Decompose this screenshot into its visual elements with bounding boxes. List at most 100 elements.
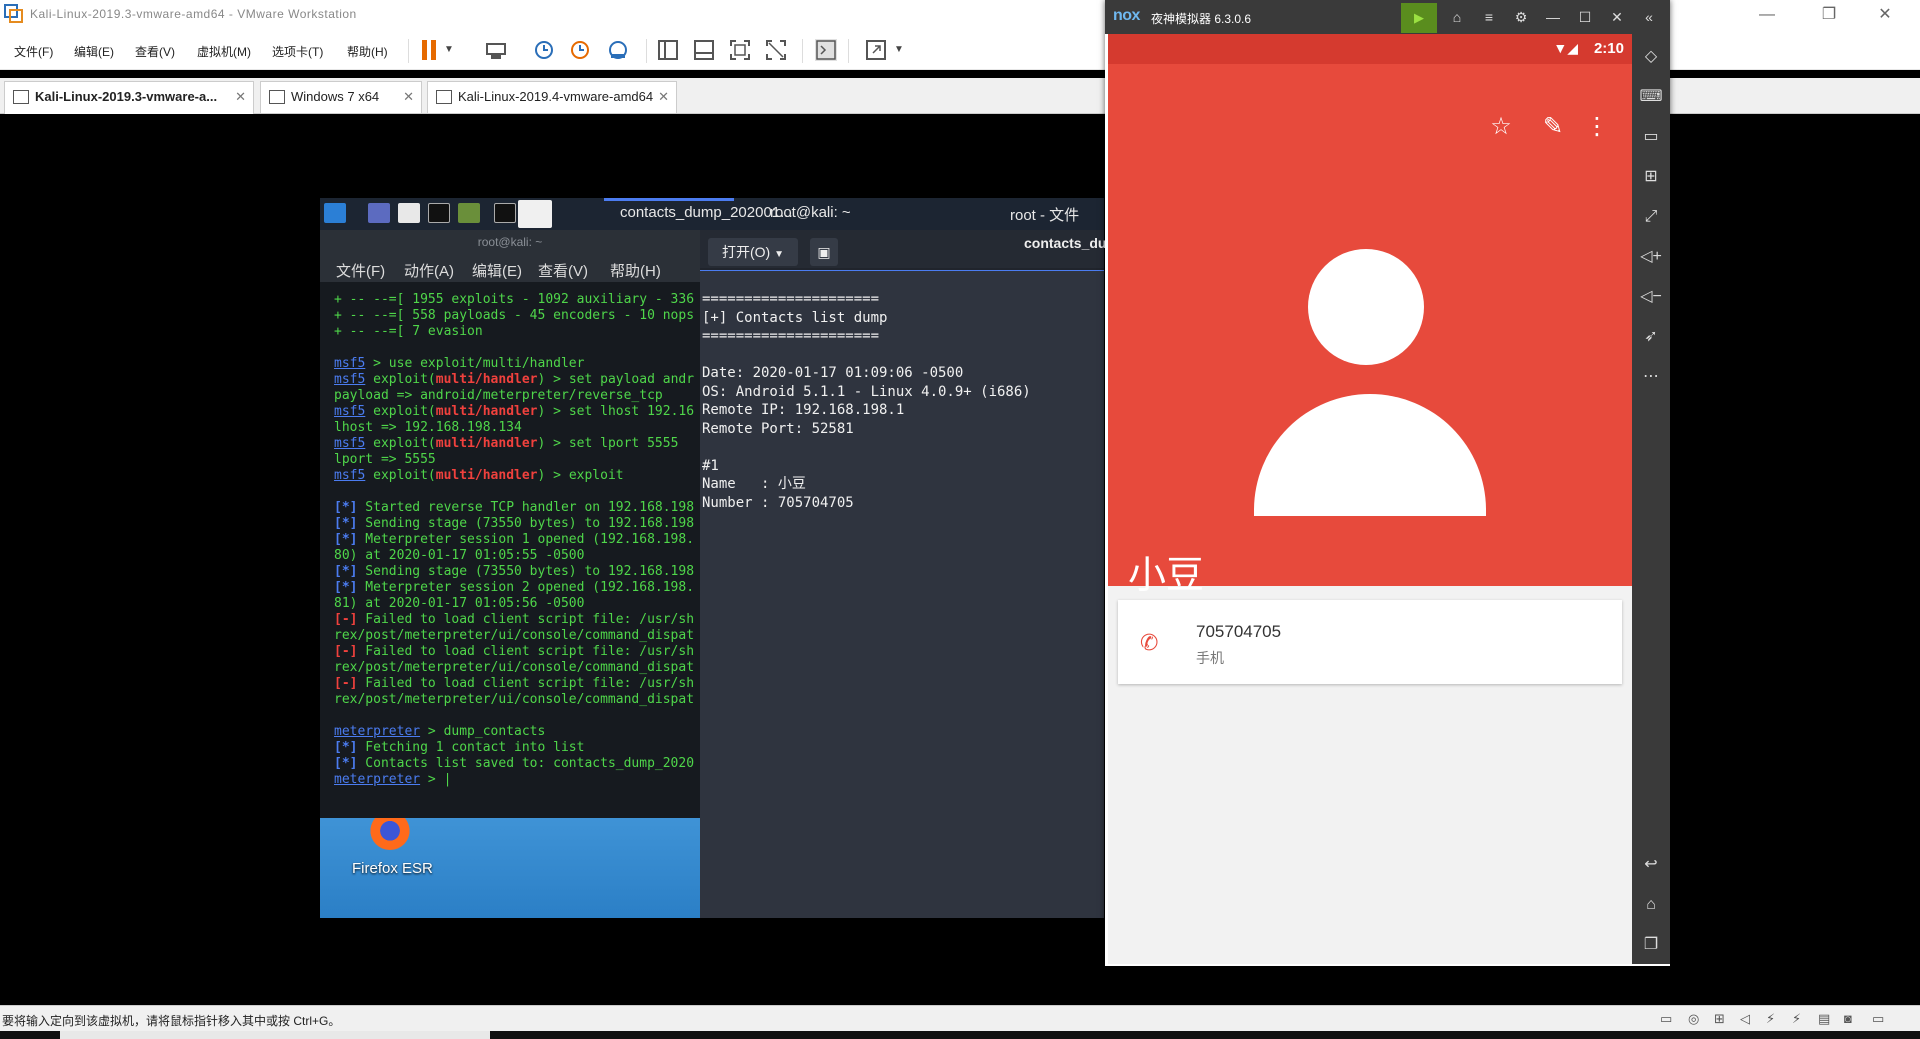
volume-down-icon[interactable]: ◁−	[1638, 284, 1664, 310]
menu-help[interactable]: 帮助(H)	[347, 43, 388, 60]
firefox-icon[interactable]	[370, 818, 410, 850]
menu-view[interactable]: 查看(V)	[135, 43, 175, 60]
terminal-launcher-icon[interactable]	[428, 203, 450, 223]
chevron-down-icon: ▼	[774, 249, 785, 260]
new-document-icon[interactable]: ▣	[810, 238, 838, 266]
tab-label: Kali-Linux-2019.3-vmware-a...	[35, 89, 218, 104]
usb-controller-icon[interactable]: ⚡	[1766, 1011, 1784, 1027]
close-tab-icon[interactable]: ✕	[658, 82, 669, 112]
menu-tabs[interactable]: 选项卡(T)	[272, 43, 323, 60]
maximize-icon[interactable]: ☐	[1569, 0, 1601, 34]
tab-kali-2019-4[interactable]: Kali-Linux-2019.4-vmware-amd64 ✕	[427, 81, 677, 113]
snapshot-icon[interactable]	[532, 38, 556, 62]
tab-label: Kali-Linux-2019.4-vmware-amd64	[458, 89, 654, 104]
camera-icon[interactable]: ◙	[1844, 1011, 1862, 1027]
terminal-menu-view[interactable]: 查看(V)	[538, 260, 588, 281]
rocket-icon[interactable]: ➶	[1638, 324, 1664, 350]
open-button[interactable]: 打开(O) ▼	[708, 238, 798, 266]
kali-desktop: Firefox ESR	[320, 818, 700, 918]
back-icon[interactable]: ↩	[1638, 852, 1664, 878]
phone-number[interactable]: 705704705	[1196, 622, 1281, 642]
usb-device-icon[interactable]: ⚡	[1792, 1011, 1810, 1027]
network-adapter-icon[interactable]: ⊞	[1714, 1011, 1732, 1027]
firefox-label[interactable]: Firefox ESR	[352, 860, 433, 877]
snapshot-manager-icon[interactable]	[606, 38, 630, 62]
hard-disk-icon[interactable]: ▭	[1660, 1011, 1678, 1027]
printer-icon[interactable]: ▤	[1818, 1011, 1836, 1027]
taskbar-item[interactable]	[60, 1031, 490, 1039]
send-ctrl-alt-del-icon[interactable]	[484, 38, 508, 62]
theme-shirt-icon[interactable]: ⌂	[1441, 0, 1473, 34]
close-button[interactable]: ✕	[1862, 0, 1908, 30]
task-contacts-dump[interactable]: contacts_dump_202001...	[620, 204, 793, 221]
workspace-1-icon[interactable]	[494, 203, 516, 223]
menu-icon[interactable]: ≡	[1473, 0, 1505, 34]
stretch-view-icon[interactable]	[864, 38, 888, 62]
star-icon[interactable]: ☆	[1486, 112, 1516, 142]
home-icon[interactable]: ⌂	[1638, 892, 1664, 918]
menu-vm[interactable]: 虚拟机(M)	[197, 43, 251, 60]
recent-apps-icon[interactable]: ❐	[1638, 932, 1664, 958]
nox-titlebar: nox 夜神模拟器 6.3.0.6 ▶ ⌂ ≡ ⚙ — ☐ ✕ «	[1105, 0, 1670, 34]
file-manager-icon[interactable]	[398, 203, 420, 223]
vm-tab-icon	[13, 90, 29, 104]
menu-edit[interactable]: 编辑(E)	[74, 43, 114, 60]
display-icon[interactable]: ▭	[1872, 1011, 1890, 1027]
screen-icon[interactable]: ▭	[1638, 124, 1664, 150]
avatar-head	[1308, 249, 1424, 365]
console-view-icon[interactable]	[692, 38, 716, 62]
minimize-button[interactable]: —	[1744, 0, 1790, 30]
android-status-bar: ▼◢ 2:10	[1108, 34, 1632, 64]
stretch-dropdown-icon[interactable]: ▼	[894, 44, 918, 68]
volume-up-icon[interactable]: ◁+	[1638, 244, 1664, 270]
nox-title: 夜神模拟器 6.3.0.6	[1151, 12, 1252, 26]
terminal-menu-action[interactable]: 动作(A)	[404, 260, 454, 281]
minimize-icon[interactable]: —	[1537, 0, 1569, 34]
cd-dvd-icon[interactable]: ◎	[1688, 1011, 1706, 1027]
text-editor-window[interactable]: 打开(O) ▼ ▣ contacts_du ==================…	[700, 230, 1106, 918]
more-horiz-icon[interactable]: ⋯	[1638, 364, 1664, 390]
add-apk-icon[interactable]: ⊞	[1638, 164, 1664, 190]
signal-wifi-icon: ▼◢	[1553, 40, 1578, 56]
edit-pencil-icon[interactable]: ✎	[1538, 112, 1568, 142]
collapse-sidebar-icon[interactable]: «	[1633, 0, 1665, 34]
kali-menu-icon[interactable]	[324, 203, 346, 223]
keymap-icon[interactable]: ◇	[1638, 44, 1664, 70]
show-desktop-icon[interactable]	[368, 203, 390, 223]
workspace-2-icon[interactable]	[518, 200, 552, 228]
terminal-window[interactable]: root@kali: ~ 文件(F) 动作(A) 编辑(E) 查看(V) 帮助(…	[320, 230, 700, 818]
android-screen[interactable]: ▼◢ 2:10 ☆ ✎ ⋮ 小豆 ✆ 705704705 手机	[1108, 34, 1632, 964]
terminal-output[interactable]: + -- --=[ 1955 exploits - 1092 auxiliary…	[334, 292, 700, 812]
task-terminal[interactable]: root@kali: ~	[770, 204, 851, 221]
close-tab-icon[interactable]: ✕	[235, 82, 246, 112]
pause-icon[interactable]	[418, 38, 442, 62]
fullscreen-icon[interactable]	[728, 38, 752, 62]
phone-type: 手机	[1196, 650, 1224, 666]
tab-windows7[interactable]: Windows 7 x64 ✕	[260, 81, 422, 113]
terminal-menu-edit[interactable]: 编辑(E)	[472, 260, 522, 281]
terminal-console-icon[interactable]	[814, 38, 838, 62]
browser-launcher-icon[interactable]	[458, 203, 480, 223]
task-file-manager[interactable]: root - 文件	[1010, 204, 1079, 225]
status-time: 2:10	[1593, 40, 1624, 57]
tab-kali-2019-3[interactable]: Kali-Linux-2019.3-vmware-a... ✕	[4, 81, 254, 114]
settings-gear-icon[interactable]: ⚙	[1505, 0, 1537, 34]
terminal-menu-help[interactable]: 帮助(H)	[610, 260, 661, 281]
restore-button[interactable]: ❐	[1806, 0, 1852, 30]
unity-icon[interactable]	[764, 38, 788, 62]
fullscreen-icon[interactable]: ⤢	[1638, 204, 1664, 230]
terminal-menu-file[interactable]: 文件(F)	[336, 260, 385, 281]
menu-file[interactable]: 文件(F)	[14, 43, 53, 60]
sidebar-toggle-icon[interactable]	[656, 38, 680, 62]
play-icon[interactable]: ▶	[1401, 3, 1437, 33]
editor-content[interactable]: ===================== [+] Contacts list …	[702, 290, 1102, 910]
revert-snapshot-icon[interactable]	[568, 38, 592, 62]
phone-entry-card[interactable]: ✆ 705704705 手机	[1118, 600, 1622, 684]
pause-dropdown-icon[interactable]: ▼	[444, 44, 468, 68]
sound-card-icon[interactable]: ◁	[1740, 1011, 1758, 1027]
close-tab-icon[interactable]: ✕	[403, 82, 414, 112]
close-icon[interactable]: ✕	[1601, 0, 1633, 34]
more-vert-icon[interactable]: ⋮	[1582, 112, 1612, 142]
phone-call-icon[interactable]: ✆	[1140, 630, 1158, 656]
keyboard-icon[interactable]: ⌨	[1638, 84, 1664, 110]
